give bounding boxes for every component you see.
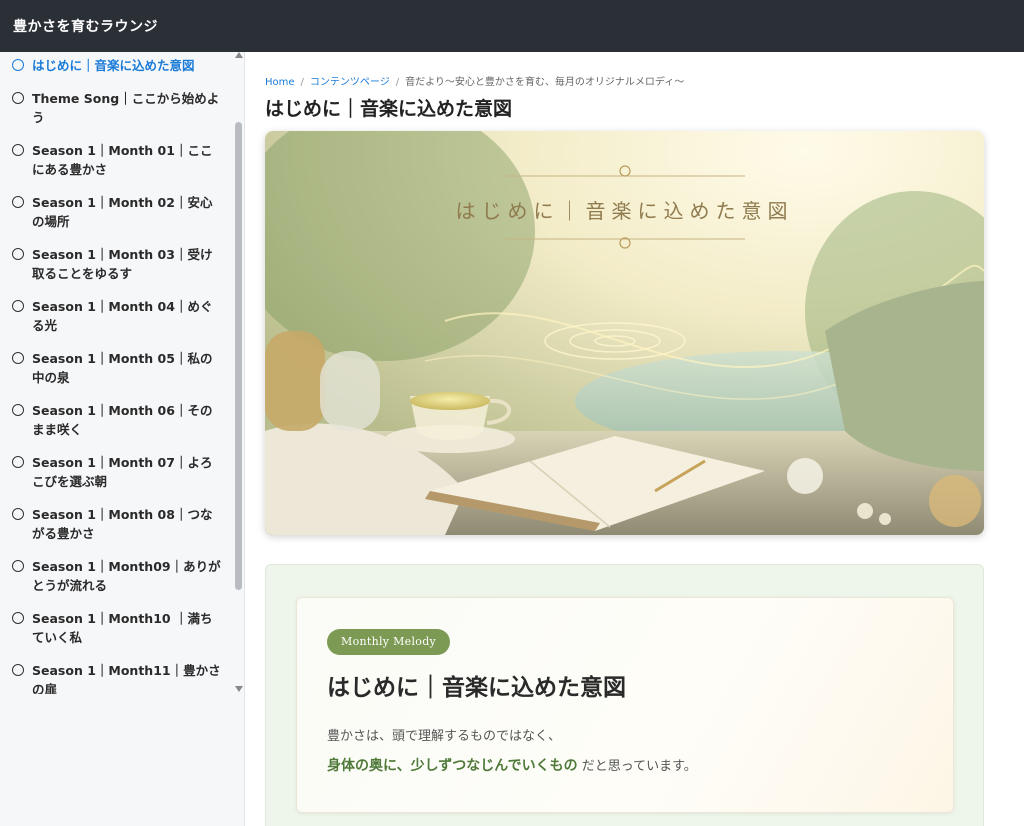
hero-illustration	[265, 131, 984, 535]
radio-icon	[12, 664, 24, 676]
card-title: はじめに｜音楽に込めた意図	[327, 674, 626, 701]
sidebar-item-month-09[interactable]: Season 1｜Month09｜ありがとうが流れる	[12, 557, 232, 595]
breadcrumb-section-link[interactable]: コンテンツページ	[310, 77, 390, 88]
sidebar-item-month-08[interactable]: Season 1｜Month 08｜つながる豊かさ	[12, 505, 232, 543]
card-text-rest: だと思っています。	[581, 759, 697, 774]
sidebar-item-month-05[interactable]: Season 1｜Month 05｜私の中の泉	[12, 349, 232, 387]
sidebar-item-intro[interactable]: はじめに｜音楽に込めた意図	[12, 56, 232, 75]
radio-icon	[12, 144, 24, 156]
radio-icon	[12, 404, 24, 416]
sidebar-item-label: はじめに｜音楽に込めた意図	[32, 58, 195, 73]
sidebar-item-label: Season 1｜Month 03｜受け取ることをゆるす	[32, 247, 213, 281]
site-title[interactable]: 豊かさを育むラウンジ	[13, 16, 158, 36]
radio-icon	[12, 196, 24, 208]
page-title: はじめに｜音楽に込めた意図	[265, 98, 513, 120]
sidebar-item-label: Theme Song｜ここから始めよう	[32, 91, 220, 125]
sidebar-item-theme-song[interactable]: Theme Song｜ここから始めよう	[12, 89, 232, 127]
radio-icon	[12, 300, 24, 312]
sidebar-nav-list: はじめに｜音楽に込めた意図 Theme Song｜ここから始めよう Season…	[0, 52, 232, 694]
sidebar-item-month-02[interactable]: Season 1｜Month 02｜安心の場所	[12, 193, 232, 231]
sidebar-item-label: Season 1｜Month 02｜安心の場所	[32, 195, 213, 229]
sidebar-item-month-01[interactable]: Season 1｜Month 01｜ここにある豊かさ	[12, 141, 232, 179]
radio-icon	[12, 612, 24, 624]
scroll-down-arrow-icon[interactable]	[235, 686, 243, 692]
sidebar: はじめに｜音楽に込めた意図 Theme Song｜ここから始めよう Season…	[0, 52, 245, 826]
sidebar-scrollbar[interactable]	[234, 52, 244, 694]
radio-icon	[12, 456, 24, 468]
card-text-line-2: 身体の奥に、少しずつなじんでいくもの だと思っています。	[327, 755, 697, 775]
content-section: Monthly Melody はじめに｜音楽に込めた意図 豊かさは、頭で理解する…	[265, 564, 984, 826]
sidebar-item-label: Season 1｜Month 07｜よろこびを選ぶ朝	[32, 455, 213, 489]
sidebar-item-month-03[interactable]: Season 1｜Month 03｜受け取ることをゆるす	[12, 245, 232, 283]
radio-icon	[12, 352, 24, 364]
scroll-up-arrow-icon[interactable]	[235, 52, 243, 58]
sidebar-item-label: Season 1｜Month 01｜ここにある豊かさ	[32, 143, 213, 177]
sidebar-item-month-11[interactable]: Season 1｜Month11｜豊かさの扉	[12, 661, 232, 694]
sidebar-item-month-04[interactable]: Season 1｜Month 04｜めぐる光	[12, 297, 232, 335]
top-bar: 豊かさを育むラウンジ	[0, 0, 1024, 52]
sidebar-item-month-10[interactable]: Season 1｜Month10 ｜満ちていく私	[12, 609, 232, 647]
card-emphasis-text: 身体の奥に、少しずつなじんでいくもの	[327, 758, 578, 774]
breadcrumb: Home / コンテンツページ / 音だより〜安心と豊かさを育む、毎月のオリジナルメロデ…	[265, 73, 684, 88]
sidebar-item-label: Season 1｜Month 05｜私の中の泉	[32, 351, 213, 385]
sidebar-item-label: Season 1｜Month 06｜そのまま咲く	[32, 403, 213, 437]
radio-icon	[12, 508, 24, 520]
breadcrumb-home-link[interactable]: Home	[265, 77, 295, 88]
breadcrumb-separator: /	[300, 77, 304, 88]
sidebar-item-month-07[interactable]: Season 1｜Month 07｜よろこびを選ぶ朝	[12, 453, 232, 491]
radio-icon	[12, 560, 24, 572]
sidebar-item-label: Season 1｜Month11｜豊かさの扉	[32, 663, 221, 694]
sidebar-item-month-06[interactable]: Season 1｜Month 06｜そのまま咲く	[12, 401, 232, 439]
scrollbar-thumb[interactable]	[235, 122, 242, 590]
melody-card: Monthly Melody はじめに｜音楽に込めた意図 豊かさは、頭で理解する…	[296, 597, 954, 813]
radio-icon	[12, 248, 24, 260]
breadcrumb-separator: /	[395, 77, 400, 88]
sidebar-item-label: Season 1｜Month10 ｜満ちていく私	[32, 611, 213, 645]
card-text-line-1: 豊かさは、頭で理解するものではなく、	[327, 729, 562, 744]
radio-icon	[12, 92, 24, 104]
hero-title: はじめに｜音楽に込めた意図	[455, 199, 794, 223]
sidebar-item-label: Season 1｜Month 08｜つながる豊かさ	[32, 507, 213, 541]
sidebar-item-label: Season 1｜Month09｜ありがとうが流れる	[32, 559, 221, 593]
sidebar-item-label: Season 1｜Month 04｜めぐる光	[32, 299, 213, 333]
breadcrumb-current: 音だより〜安心と豊かさを育む、毎月のオリジナルメロディ〜	[405, 77, 685, 88]
radio-icon	[12, 59, 24, 71]
hero-image: はじめに｜音楽に込めた意図	[265, 131, 984, 535]
monthly-melody-badge: Monthly Melody	[327, 629, 451, 655]
